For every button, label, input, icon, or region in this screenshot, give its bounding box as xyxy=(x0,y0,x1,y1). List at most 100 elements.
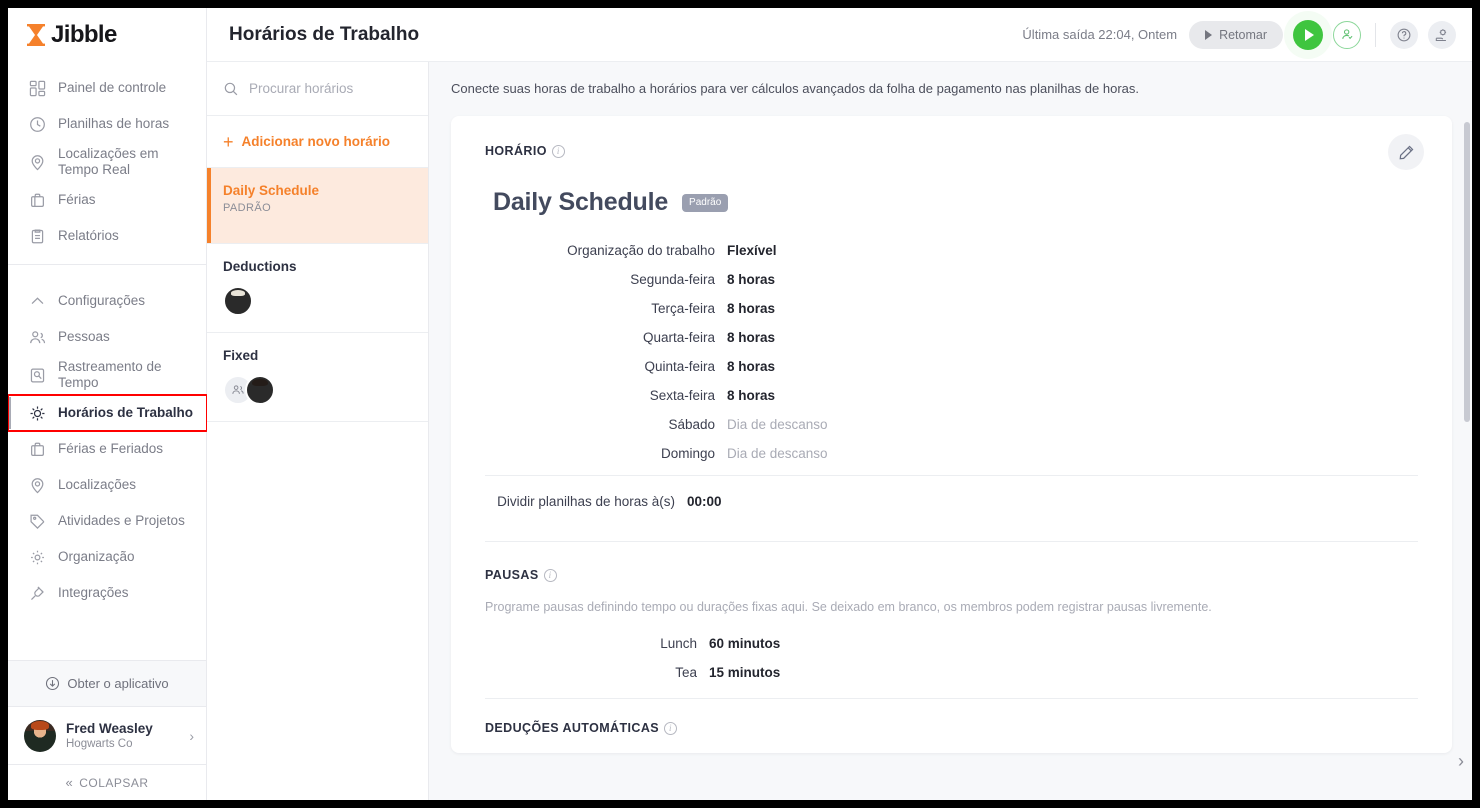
add-schedule-button[interactable]: + Adicionar novo horário xyxy=(207,116,428,168)
sidebar-item-label: Férias e Feriados xyxy=(58,441,164,456)
info-icon[interactable]: i xyxy=(551,144,565,158)
topbar-actions: Última saída 22:04, Ontem Retomar xyxy=(1022,19,1456,50)
play-icon xyxy=(1305,28,1314,41)
breaks-description: Programe pausas definindo tempo ou duraç… xyxy=(485,600,1212,614)
user-name: Fred Weasley xyxy=(66,720,153,736)
sidebar-item-label: Organização xyxy=(58,549,135,564)
person-check-button[interactable] xyxy=(1333,20,1361,49)
info-icon[interactable]: i xyxy=(543,568,557,582)
schedule-rows: Organização do trabalho Flexível Segunda… xyxy=(485,243,1418,461)
schedule-icon xyxy=(26,402,48,424)
next-page-chevron-icon[interactable]: › xyxy=(1458,751,1464,772)
pin-icon xyxy=(26,474,48,496)
schedule-list-panel: + Adicionar novo horário Daily Schedule … xyxy=(207,62,429,800)
detail-row: Sexta-feira 8 horas xyxy=(485,388,1418,403)
resume-button[interactable]: Retomar xyxy=(1189,20,1283,49)
detail-key: Terça-feira xyxy=(651,301,715,316)
admin-tools-button[interactable] xyxy=(1428,20,1456,49)
sidebar-item-label: Atividades e Projetos xyxy=(58,513,185,528)
sidebar-item-planilhas-de-horas[interactable]: Planilhas de horas xyxy=(8,106,206,142)
chevron-double-left-icon: « xyxy=(65,775,74,790)
detail-value: 60 minutos xyxy=(709,636,781,651)
info-icon[interactable]: i xyxy=(663,721,677,735)
detail-row: Dividir planilhas de horas à(s) 00:00 xyxy=(485,494,1418,509)
gear-icon xyxy=(26,546,48,568)
sidebar-item-horarios-de-trabalho[interactable]: Horários de Trabalho xyxy=(8,394,208,432)
sidebar-item-ferias-e-feriados[interactable]: Férias e Feriados xyxy=(8,431,206,467)
search-input[interactable] xyxy=(249,81,412,96)
sidebar-item-integracoes[interactable]: Integrações xyxy=(8,575,206,611)
sidebar-item-pessoas[interactable]: Pessoas xyxy=(8,319,206,355)
content-area: Conecte suas horas de trabalho a horário… xyxy=(429,62,1472,800)
sidebar-item-configuracoes[interactable]: Configurações xyxy=(8,283,206,319)
detail-key: Dividir planilhas de horas à(s) xyxy=(497,494,675,509)
detail-key: Sábado xyxy=(668,417,715,432)
section-header-breaks: PAUSAS i xyxy=(485,568,1418,582)
app-window: Jibble Painel de controle Planilhas de h… xyxy=(8,8,1472,800)
detail-row: Sábado Dia de descanso xyxy=(485,417,1418,432)
schedule-title: Daily Schedule xyxy=(493,188,669,216)
briefcase-icon xyxy=(26,189,48,211)
content-scrollbar[interactable] xyxy=(1464,62,1470,800)
detail-value: Flexível xyxy=(727,243,777,258)
list-item[interactable]: Fixed xyxy=(207,333,428,422)
detail-value: 8 horas xyxy=(727,272,776,287)
detail-row: Tea 15 minutos xyxy=(485,665,1418,680)
sidebar-item-organizacao[interactable]: Organização xyxy=(8,539,206,575)
scrollbar-thumb[interactable] xyxy=(1464,122,1470,422)
play-small-icon xyxy=(1205,29,1213,40)
topbar: Horários de Trabalho Última saída 22:04,… xyxy=(207,8,1472,62)
detail-row: Segunda-feira 8 horas xyxy=(485,272,1418,287)
brand-logo[interactable]: Jibble xyxy=(8,8,206,62)
download-icon xyxy=(45,676,60,691)
chevron-right-icon: › xyxy=(189,727,194,744)
main-column: Horários de Trabalho Última saída 22:04,… xyxy=(207,8,1472,800)
detail-key: Quarta-feira xyxy=(642,330,715,345)
collapse-sidebar-button[interactable]: « COLAPSAR xyxy=(8,764,206,800)
user-profile-row[interactable]: Fred Weasley Hogwarts Co › xyxy=(8,706,206,764)
sidebar-item-rastreamento-de-tempo[interactable]: Rastreamento de Tempo xyxy=(8,355,206,395)
detail-value: Dia de descanso xyxy=(727,417,828,432)
sidebar-item-label: Localizações xyxy=(58,477,137,492)
detail-key: Quinta-feira xyxy=(644,359,715,374)
get-app-button[interactable]: Obter o aplicativo xyxy=(8,660,206,706)
detail-row: Lunch 60 minutos xyxy=(485,636,1418,651)
clock-in-play-button[interactable] xyxy=(1293,19,1323,50)
avatar xyxy=(245,375,275,405)
plug-icon xyxy=(26,582,48,604)
sidebar-item-ferias[interactable]: Férias xyxy=(8,182,206,218)
detail-value: 15 minutos xyxy=(709,665,781,680)
sidebar-item-localizacoes-em-tempo-real[interactable]: Localizações em Tempo Real xyxy=(8,142,206,182)
section-header-deductions: DEDUÇÕES AUTOMÁTICAS i xyxy=(485,721,1418,735)
schedule-name: Fixed xyxy=(223,348,259,363)
content-inner: Conecte suas horas de trabalho a horário… xyxy=(429,62,1472,800)
collapse-label: COLAPSAR xyxy=(79,775,149,790)
search-icon xyxy=(223,81,239,97)
clock-icon xyxy=(26,113,48,135)
sidebar-item-localizacoes[interactable]: Localizações xyxy=(8,467,206,503)
detail-value: Dia de descanso xyxy=(727,446,828,461)
list-item[interactable]: Daily Schedule PADRÃO xyxy=(207,168,428,244)
hand-gear-icon xyxy=(1435,28,1447,41)
resume-label: Retomar xyxy=(1219,27,1267,42)
section-label: PAUSAS xyxy=(485,568,539,582)
detail-value: 8 horas xyxy=(727,330,776,345)
sidebar-item-label: Pessoas xyxy=(58,329,110,344)
tag-icon xyxy=(26,510,48,532)
sidebar-item-painel-de-controle[interactable]: Painel de controle xyxy=(8,70,206,106)
help-button[interactable] xyxy=(1390,20,1418,49)
breaks-section: PAUSAS i Programe pausas definindo tempo… xyxy=(485,542,1418,680)
sidebar-item-atividades-e-projetos[interactable]: Atividades e Projetos xyxy=(8,503,206,539)
user-org: Hogwarts Co xyxy=(66,737,133,750)
sidebar-item-label: Localizações em Tempo Real xyxy=(58,146,159,177)
user-meta: Fred Weasley Hogwarts Co xyxy=(66,720,189,752)
last-clock-out-status: Última saída 22:04, Ontem xyxy=(1022,27,1178,42)
edit-schedule-button[interactable] xyxy=(1388,134,1424,170)
list-item[interactable]: Deductions xyxy=(207,244,428,333)
sidebar-item-relatorios[interactable]: Relatórios xyxy=(8,218,206,254)
detail-key: Segunda-feira xyxy=(630,272,715,287)
split-timesheet-row: Dividir planilhas de horas à(s) 00:00 xyxy=(485,476,1418,527)
detail-value: 8 horas xyxy=(727,301,776,316)
search-row xyxy=(207,62,428,116)
